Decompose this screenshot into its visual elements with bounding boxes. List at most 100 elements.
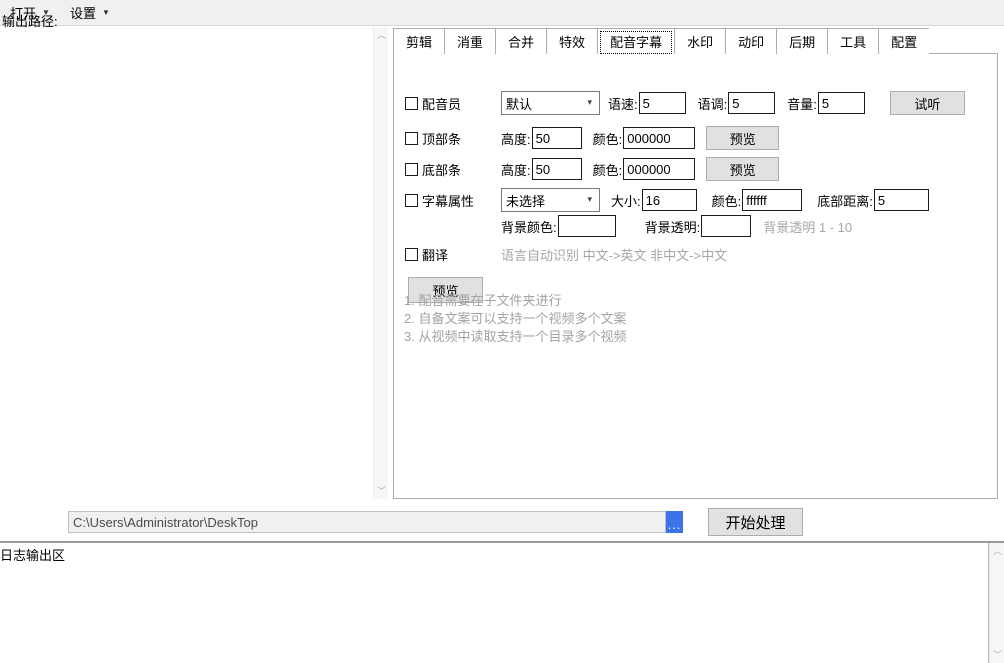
speed-label: 语速: xyxy=(608,96,638,112)
volume-label: 音量: xyxy=(787,96,817,112)
tab-page-peiyinzimu: 配音员 默认 ▾ 语速: 语调: 音量: 试听 顶部条 高度: 颜色: 预览 xyxy=(393,54,998,499)
settings-panel: 剪辑 消重 合并 特效 配音字幕 水印 动印 后期 工具 配置 配音员 默认 ▾… xyxy=(393,28,998,499)
translate-checkbox-label: 翻译 xyxy=(422,247,449,263)
bottom-bar-color-input[interactable] xyxy=(623,158,696,180)
tab-label: 水印 xyxy=(687,35,714,50)
file-list[interactable] xyxy=(0,27,374,499)
menu-item-settings-label: 设置 xyxy=(69,6,96,21)
tab-bar-filler xyxy=(929,28,998,54)
subtitle-size-input[interactable] xyxy=(641,189,697,211)
top-bar-color-label: 颜色: xyxy=(592,131,623,147)
tab-label: 工具 xyxy=(840,35,867,50)
tab-gongju[interactable]: 工具 xyxy=(827,28,879,54)
note-item: 1. 配音需要在子文件夹进行 xyxy=(404,293,562,308)
subtitle-size-label: 大小: xyxy=(611,193,641,209)
translate-row: 翻译 语言自动识别 中文->英文 非中文->中文 xyxy=(405,242,727,266)
bottom-bar-height-input[interactable] xyxy=(531,158,582,180)
output-path-label: 输出路径: xyxy=(2,14,58,29)
top-bar-color-input[interactable] xyxy=(623,127,696,149)
scroll-up-icon[interactable]: ︿ xyxy=(990,543,1004,559)
translate-hint: 语言自动识别 中文->英文 非中文->中文 xyxy=(501,247,728,263)
voice-checkbox[interactable] xyxy=(405,96,418,110)
voice-select[interactable]: 默认 ▾ xyxy=(501,91,600,115)
tab-focus-outline xyxy=(600,31,673,54)
log-output-label: 日志输出区 xyxy=(0,548,66,563)
tab-hebing[interactable]: 合并 xyxy=(495,28,547,54)
bottom-bar-preview-button[interactable]: 预览 xyxy=(706,157,780,181)
bottom-bar-row: 底部条 高度: 颜色: 预览 xyxy=(405,157,780,181)
subtitle-color-input[interactable] xyxy=(742,189,803,211)
subtitle-row: 字幕属性 未选择 ▾ 大小: 颜色: 底部距离: xyxy=(405,188,929,212)
file-list-scrollbar[interactable]: ︿ ﹀ xyxy=(373,27,388,499)
top-bar-checkbox[interactable] xyxy=(405,131,418,145)
voice-select-value: 默认 xyxy=(506,96,533,112)
bg-color-label: 背景颜色: xyxy=(501,219,557,235)
voice-row: 配音员 默认 ▾ 语速: 语调: 音量: 试听 xyxy=(405,91,965,115)
top-bar-checkbox-wrap[interactable]: 顶部条 xyxy=(405,129,501,148)
translate-checkbox[interactable] xyxy=(405,247,418,261)
log-output-area[interactable]: ︿ ﹀ xyxy=(0,543,1004,663)
tab-label: 剪辑 xyxy=(406,35,433,50)
background-row: 背景颜色: 背景透明: 背景透明 1 - 10 xyxy=(501,214,852,238)
tab-jianji[interactable]: 剪辑 xyxy=(393,28,445,54)
subtitle-font-value: 未选择 xyxy=(506,193,546,209)
speed-input[interactable] xyxy=(638,92,686,114)
menu-item-settings[interactable]: 设置 ▼ xyxy=(60,1,120,25)
scroll-down-icon[interactable]: ﹀ xyxy=(374,483,389,499)
top-bar-checkbox-label: 顶部条 xyxy=(422,131,462,147)
bottom-bar-checkbox-wrap[interactable]: 底部条 xyxy=(405,160,501,179)
subtitle-bottom-distance-label: 底部距离: xyxy=(817,193,873,209)
tab-label: 特效 xyxy=(559,35,586,50)
bottom-bar-checkbox-label: 底部条 xyxy=(422,162,462,178)
note-item: 2. 自备文案可以支持一个视频多个文案 xyxy=(404,311,627,326)
tab-peizhi[interactable]: 配置 xyxy=(878,28,930,54)
chevron-down-icon: ▾ xyxy=(587,96,592,107)
tab-houqi[interactable]: 后期 xyxy=(776,28,828,54)
chevron-down-icon: ▼ xyxy=(101,7,110,17)
subtitle-checkbox-wrap[interactable]: 字幕属性 xyxy=(405,191,501,210)
tab-label: 合并 xyxy=(508,35,535,50)
subtitle-checkbox-label: 字幕属性 xyxy=(422,193,475,209)
audition-button[interactable]: 试听 xyxy=(889,91,965,115)
translate-checkbox-wrap[interactable]: 翻译 xyxy=(405,245,501,264)
top-bar-preview-button[interactable]: 预览 xyxy=(706,126,780,150)
output-path-input[interactable] xyxy=(68,511,666,533)
bottom-bar-checkbox[interactable] xyxy=(405,162,418,176)
voice-checkbox-label: 配音员 xyxy=(422,96,462,112)
tab-bar: 剪辑 消重 合并 特效 配音字幕 水印 动印 后期 工具 配置 xyxy=(393,28,998,55)
bg-alpha-input[interactable] xyxy=(701,215,752,237)
scroll-down-icon[interactable]: ﹀ xyxy=(990,647,1004,663)
log-scrollbar[interactable]: ︿ ﹀ xyxy=(989,543,1004,663)
bottom-bar-height-label: 高度: xyxy=(501,162,531,178)
tab-label: 动印 xyxy=(738,35,765,50)
tab-shuiyin[interactable]: 水印 xyxy=(674,28,726,54)
subtitle-bottom-distance-input[interactable] xyxy=(873,189,929,211)
top-bar-height-input[interactable] xyxy=(531,127,582,149)
tab-label: 配置 xyxy=(891,35,918,50)
tab-label: 消重 xyxy=(457,35,484,50)
top-bar-height-label: 高度: xyxy=(501,131,531,147)
bottom-bar-color-label: 颜色: xyxy=(592,162,623,178)
note-item: 3. 从视频中读取支持一个目录多个视频 xyxy=(404,329,627,344)
scroll-up-icon[interactable]: ︿ xyxy=(374,27,389,43)
menubar: 打开 ▼ 设置 ▼ xyxy=(0,0,1004,26)
tab-dongyin[interactable]: 动印 xyxy=(725,28,777,54)
notes-block: 1. 配音需要在子文件夹进行 2. 自备文案可以支持一个视频多个文案 3. 从视… xyxy=(404,292,626,346)
subtitle-color-label: 颜色: xyxy=(711,193,742,209)
pitch-label: 语调: xyxy=(697,96,728,112)
start-process-button[interactable]: 开始处理 xyxy=(708,508,803,536)
tab-label: 后期 xyxy=(789,35,816,50)
top-bar-row: 顶部条 高度: 颜色: 预览 xyxy=(405,126,780,150)
subtitle-font-select[interactable]: 未选择 ▾ xyxy=(501,188,600,212)
tab-xiaochong[interactable]: 消重 xyxy=(444,28,496,54)
chevron-down-icon: ▾ xyxy=(587,193,592,204)
tab-texiao[interactable]: 特效 xyxy=(546,28,598,54)
bg-alpha-label: 背景透明: xyxy=(644,219,701,235)
pitch-input[interactable] xyxy=(728,92,776,114)
bg-color-input[interactable] xyxy=(557,215,616,237)
volume-input[interactable] xyxy=(817,92,865,114)
subtitle-checkbox[interactable] xyxy=(405,193,418,207)
browse-button[interactable]: ... xyxy=(666,511,683,533)
tab-peiyinzimu[interactable]: 配音字幕 xyxy=(597,28,675,54)
voice-checkbox-wrap[interactable]: 配音员 xyxy=(405,94,501,113)
